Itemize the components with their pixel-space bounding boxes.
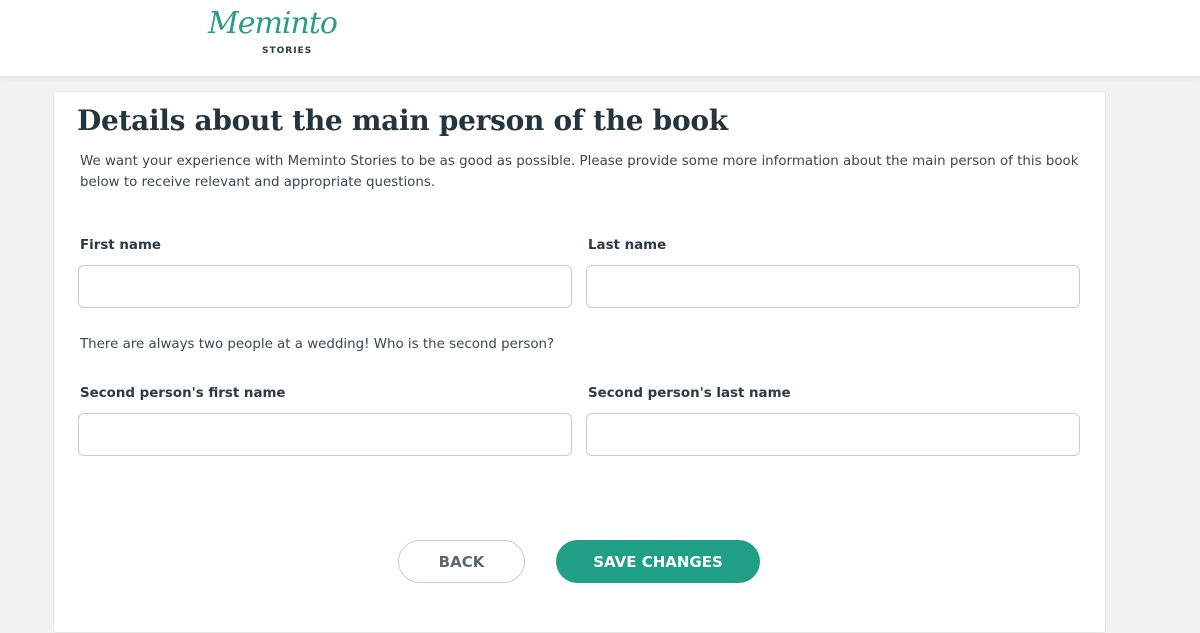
intro-text: We want your experience with Meminto Sto… bbox=[80, 154, 1079, 190]
first-name-label: First name bbox=[80, 238, 161, 253]
back-button[interactable]: BACK bbox=[398, 540, 525, 583]
second-last-name-label: Second person's last name bbox=[588, 386, 791, 401]
second-first-name-label: Second person's first name bbox=[80, 386, 286, 401]
page-title: Details about the main person of the boo… bbox=[77, 104, 728, 137]
logo-sub-text: STORIES bbox=[262, 46, 313, 56]
first-name-field[interactable] bbox=[78, 265, 572, 308]
save-changes-button[interactable]: SAVE CHANGES bbox=[556, 540, 760, 583]
top-header: Meminto STORIES bbox=[0, 0, 1200, 76]
last-name-field[interactable] bbox=[586, 265, 1080, 308]
logo-script-text: Meminto bbox=[208, 6, 338, 41]
second-person-note: There are always two people at a wedding… bbox=[80, 337, 555, 352]
last-name-label: Last name bbox=[588, 238, 667, 253]
second-last-name-field[interactable] bbox=[586, 413, 1080, 456]
meminto-stories-logo[interactable]: Meminto STORIES bbox=[206, 6, 338, 62]
second-first-name-field[interactable] bbox=[78, 413, 572, 456]
